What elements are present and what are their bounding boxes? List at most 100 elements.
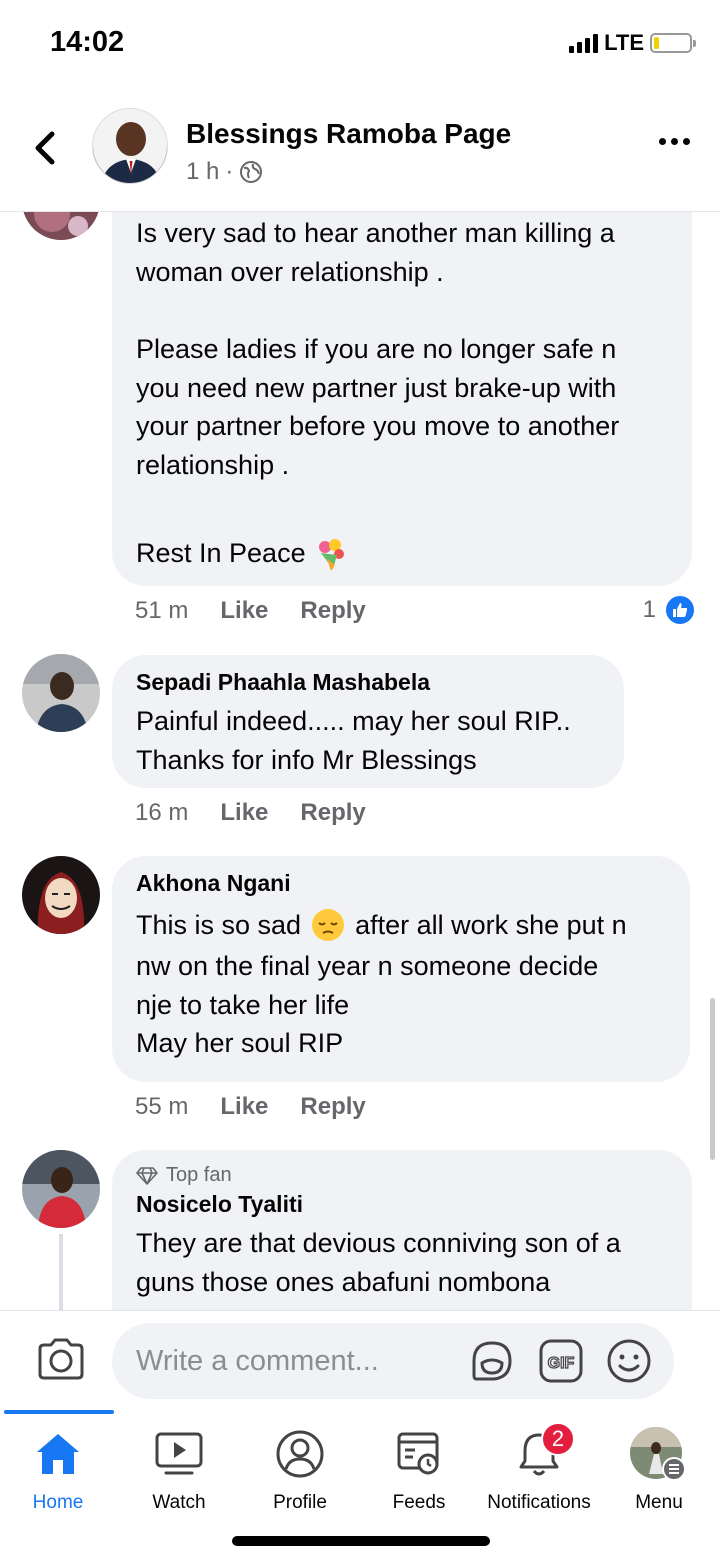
comment-line: nje to take her life (136, 989, 350, 1020)
comment-line: This is so sad (136, 909, 302, 940)
comment-text: Painful indeed..... may her soul RIP.. T… (136, 702, 600, 779)
tab-feeds[interactable]: Feeds (359, 1424, 479, 1514)
comment-input-placeholder: Write a comment... (136, 1345, 379, 1377)
reply-thread-line (59, 1234, 63, 1310)
comment-text: Is very sad to hear another man killing … (136, 214, 668, 573)
reaction-count: 1 (642, 596, 656, 623)
composer-icons: GIF (468, 1337, 652, 1385)
comment-line: guns those ones abafuni nombona (136, 1266, 551, 1297)
tab-menu[interactable]: Menu (599, 1424, 719, 1514)
tab-label: Menu (635, 1492, 683, 1513)
tab-notifications[interactable]: 2 Notifications (479, 1422, 599, 1514)
pensive-face-emoji-icon (312, 909, 345, 941)
status-time: 14:02 (50, 26, 125, 58)
comment-line-with-emoji: Rest In Peace (136, 534, 668, 573)
status-bar: 14:02 LTE (0, 0, 720, 90)
top-fan-badge: Top fan (136, 1164, 668, 1187)
comment-line: you need new partner just brake-up with (136, 372, 617, 403)
comment-line: nw on the final year n someone decide (136, 951, 599, 981)
scrollbar[interactable] (710, 998, 715, 1160)
post-header: Blessings Ramoba Page 1 h · (0, 90, 720, 212)
tab-label: Profile (273, 1492, 327, 1513)
commenter-name[interactable]: Nosicelo Tyaliti (136, 1191, 668, 1218)
tab-label: Notifications (487, 1492, 591, 1513)
post-time: 1 h (186, 158, 220, 185)
camera-button[interactable] (36, 1337, 86, 1386)
page-title[interactable]: Blessings Ramoba Page (186, 118, 511, 150)
like-button[interactable]: Like (220, 1093, 268, 1121)
thumbs-up-icon (664, 594, 696, 626)
active-tab-indicator (4, 1410, 114, 1414)
reaction-summary[interactable]: 1 (643, 594, 696, 626)
bouquet-emoji-icon (319, 538, 345, 571)
comment-line: Please ladies if you are no longer safe … (136, 334, 617, 364)
commenter-avatar[interactable] (22, 654, 100, 732)
emoji-icon[interactable] (606, 1338, 652, 1384)
tab-home[interactable]: Home (0, 1424, 118, 1514)
commenter-avatar[interactable] (22, 1150, 100, 1228)
comment-line: Painful indeed..... may her soul RIP.. (136, 706, 571, 736)
signal-icon (569, 33, 599, 53)
comments-list: Is very sad to hear another man killing … (0, 212, 720, 1310)
reply-button[interactable]: Reply (300, 799, 365, 827)
comment-time: 16 m (135, 799, 189, 826)
chevron-left-icon (35, 131, 55, 165)
comment-bubble[interactable]: Is very sad to hear another man killing … (112, 212, 692, 586)
bottom-tab-bar: Home Watch Profile Feeds 2 Notifications… (0, 1410, 720, 1559)
comment-line: Is very sad to hear another man killing … (136, 218, 615, 248)
feeds-icon (397, 1432, 439, 1475)
comment-actions: 51 m Like Reply (135, 597, 366, 625)
more-options-button[interactable] (659, 138, 690, 145)
globe-icon (240, 161, 263, 183)
back-button[interactable] (30, 128, 60, 168)
tab-label: Home (32, 1492, 84, 1513)
commenter-name[interactable]: Akhona Ngani (136, 870, 666, 897)
tab-profile[interactable]: Profile (240, 1424, 360, 1514)
meta-separator: · (225, 158, 234, 185)
commenter-name[interactable]: Sepadi Phaahla Mashabela (136, 669, 600, 696)
network-type: LTE (604, 30, 644, 55)
comment-line: May her soul RIP (136, 1028, 344, 1058)
comment-line: your partner before you move to another (136, 411, 620, 441)
commenter-avatar[interactable] (22, 856, 100, 934)
comment-actions: 16 m Like Reply (135, 799, 366, 827)
comment-time: 55 m (135, 1093, 189, 1120)
comment-line: relationship . (136, 449, 290, 480)
comment-input[interactable]: Write a comment... GIF (112, 1323, 674, 1399)
page-avatar[interactable] (92, 108, 168, 184)
notification-count-badge: 2 (541, 1422, 575, 1456)
comment-text: They are that devious conniving son of a… (136, 1224, 668, 1301)
avatar-sticker-icon[interactable] (468, 1337, 516, 1385)
svg-text:GIF: GIF (548, 1355, 575, 1372)
comment-bubble[interactable]: Akhona Ngani This is so sad after all wo… (112, 856, 690, 1082)
tab-label: Feeds (392, 1492, 446, 1513)
commenter-avatar[interactable] (22, 212, 100, 240)
reply-button[interactable]: Reply (300, 597, 365, 625)
reply-button[interactable]: Reply (300, 1093, 365, 1121)
comment-bubble[interactable]: Sepadi Phaahla Mashabela Painful indeed.… (112, 655, 624, 788)
badge-label: Top fan (166, 1164, 232, 1186)
comment-line: woman over relationship . (136, 256, 444, 287)
comment-composer: Write a comment... GIF (0, 1310, 720, 1410)
tab-label: Watch (152, 1492, 206, 1513)
diamond-icon (136, 1166, 158, 1185)
tab-watch[interactable]: Watch (119, 1424, 239, 1514)
home-icon (37, 1434, 79, 1474)
comment-text: This is so sad after all work she put n … (136, 903, 666, 1063)
like-button[interactable]: Like (220, 799, 268, 827)
menu-avatar-icon (630, 1427, 686, 1481)
gif-icon[interactable]: GIF (538, 1338, 584, 1384)
comment-line: after all work she put n (355, 909, 627, 940)
comment-bubble[interactable]: Top fan Nosicelo Tyaliti They are that d… (112, 1150, 692, 1310)
post-meta: 1 h · (186, 158, 263, 186)
comment-line-with-emoji: This is so sad after all work she put n (136, 903, 666, 947)
battery-icon (650, 33, 696, 53)
like-button[interactable]: Like (220, 597, 268, 625)
profile-icon (276, 1430, 324, 1478)
watch-icon (155, 1432, 203, 1475)
comment-line: Rest In Peace (136, 538, 306, 568)
camera-icon (38, 1338, 84, 1380)
comment-actions: 55 m Like Reply (135, 1093, 366, 1121)
home-indicator[interactable] (232, 1536, 490, 1546)
comment-line: Thanks for info Mr Blessings (136, 744, 477, 775)
